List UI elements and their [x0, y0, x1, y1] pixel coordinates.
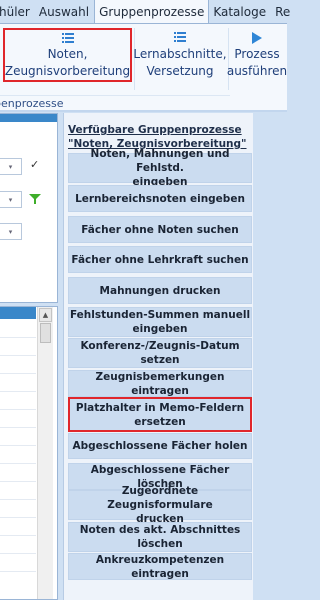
noten-zeugnisvorbereitung-button[interactable]: Noten, Zeugnisvorbereitung — [3, 28, 132, 82]
button-label: Zeugnisbemerkungen eintragen — [95, 370, 225, 397]
menu-bar: hüler Auswahl Gruppenprozesse Kataloge R… — [0, 0, 290, 23]
menu-tab-re[interactable]: Re — [271, 0, 295, 23]
faecher-ohne-lehrkraft-button[interactable]: Fächer ohne Lehrkraft suchen — [68, 246, 252, 273]
filter-combo-1[interactable]: ▾ — [0, 158, 22, 175]
table-row[interactable] — [0, 481, 36, 482]
table-row[interactable] — [0, 355, 36, 356]
ribbon-group-label-text: penprozesse — [0, 97, 64, 110]
noten-button-line1: Noten, — [47, 47, 88, 61]
table-row[interactable] — [0, 337, 36, 338]
menu-tab-schueler[interactable]: hüler — [0, 0, 35, 23]
student-list: ▲ — [0, 306, 58, 600]
button-label-line1: Noten, Mahnungen und Fehlstd. — [90, 148, 230, 174]
right-gutter — [253, 113, 287, 600]
noten-button-line2: Zeugnisvorbereitung — [4, 64, 131, 78]
table-row[interactable] — [0, 373, 36, 374]
noten-loeschen-button[interactable]: Noten des akt. Abschnittes löschen — [68, 522, 252, 552]
prozess-ausfuehren-button[interactable]: Prozess ausführen — [226, 28, 288, 82]
filter-icon[interactable] — [28, 193, 42, 205]
panel-title-line1: Verfügbare Gruppenprozesse — [68, 124, 242, 136]
button-label-line1: Noten des akt. Abschnittes — [79, 524, 241, 536]
table-row[interactable] — [0, 517, 36, 518]
vertical-scrollbar[interactable]: ▲ — [37, 307, 53, 599]
filter-panel-header — [0, 114, 57, 122]
ankreuzkompetenzen-button[interactable]: Ankreuzkompetenzen eintragen — [68, 553, 252, 580]
table-row[interactable] — [0, 571, 36, 572]
table-row[interactable] — [0, 445, 36, 446]
check-icon[interactable]: ✓ — [30, 158, 39, 171]
lernbereichsnoten-eingeben-button[interactable]: Lernbereichsnoten eingeben — [68, 185, 252, 212]
konferenz-datum-button[interactable]: Konferenz-/Zeugnis-Datum setzen — [68, 338, 252, 368]
table-row[interactable] — [0, 499, 36, 500]
menu-tab-auswahl[interactable]: Auswahl — [35, 0, 94, 23]
fehlstunden-summen-button[interactable]: Fehlstunden-Summen manuell eingeben — [68, 307, 252, 337]
filter-combo-3[interactable]: ▾ — [0, 223, 22, 240]
chevron-down-icon: ▾ — [8, 195, 13, 204]
button-label-line2: ersetzen — [134, 415, 186, 428]
list-icon — [61, 32, 75, 46]
list-icon — [173, 30, 187, 46]
play-icon — [251, 30, 263, 46]
button-label-line1: Platzhalter in Memo-Feldern — [75, 401, 245, 414]
table-row[interactable] — [0, 553, 36, 554]
prozess-button-line1: Prozess — [234, 47, 280, 61]
button-label-line2: setzen — [140, 354, 180, 366]
table-row[interactable] — [0, 427, 36, 428]
table-row[interactable] — [0, 391, 36, 392]
menu-tab-gruppenprozesse[interactable]: Gruppenprozesse — [94, 0, 210, 23]
button-label: Ankreuzkompetenzen eintragen — [95, 553, 225, 580]
table-row[interactable] — [0, 535, 36, 536]
button-label-line2: löschen — [137, 538, 183, 550]
mahnungen-drucken-button[interactable]: Mahnungen drucken — [68, 277, 252, 304]
abgeschlossene-faecher-holen-button[interactable]: Abgeschlossene Fächer holen — [68, 433, 252, 459]
button-label: Lernbereichsnoten eingeben — [75, 192, 245, 205]
ribbon-border — [0, 110, 287, 112]
faecher-ohne-noten-button[interactable]: Fächer ohne Noten suchen — [68, 216, 252, 243]
filter-combo-2[interactable]: ▾ — [0, 191, 22, 208]
button-label-line2: eingeben — [132, 323, 188, 335]
button-label: Fächer ohne Lehrkraft suchen — [71, 253, 249, 266]
zeugnisbemerkungen-button[interactable]: Zeugnisbemerkungen eintragen — [68, 370, 252, 397]
zeugnisformulare-drucken-button[interactable]: Zugeordnete Zeugnisformulare drucken — [68, 485, 252, 525]
table-row[interactable] — [0, 409, 36, 410]
button-label: Mahnungen drucken — [99, 284, 221, 297]
button-label-line1: Konferenz-/Zeugnis-Datum — [80, 340, 240, 352]
chevron-down-icon: ▾ — [8, 227, 13, 236]
table-row[interactable] — [0, 463, 36, 464]
prozess-button-line2: ausführen — [226, 64, 288, 78]
scroll-thumb[interactable] — [40, 323, 51, 343]
menu-tab-kataloge[interactable]: Kataloge — [209, 0, 271, 23]
gruppenprozesse-panel: Verfügbare Gruppenprozesse "Noten, Zeugn… — [63, 113, 253, 600]
scroll-up-icon[interactable]: ▲ — [39, 308, 52, 322]
button-label: Fächer ohne Noten suchen — [81, 223, 239, 236]
lernabschnitte-button-line1: Lernabschnitte, — [133, 47, 227, 61]
lernabschnitte-button-line2: Versetzung — [146, 64, 214, 78]
button-label: Abgeschlossene Fächer holen — [72, 440, 248, 452]
lernabschnitte-versetzung-button[interactable]: Lernabschnitte, Versetzung — [133, 28, 227, 82]
chevron-down-icon: ▾ — [8, 162, 13, 171]
ribbon: Noten, Zeugnisvorbereitung Lernabschnitt… — [0, 23, 287, 111]
button-label-line1: Zugeordnete Zeugnisformulare — [107, 485, 213, 511]
noten-mahnungen-eingeben-button[interactable]: Noten, Mahnungen und Fehlstd. eingeben — [68, 148, 252, 188]
platzhalter-ersetzen-button[interactable]: Platzhalter in Memo-Feldern ersetzen — [68, 397, 252, 432]
student-list-header — [0, 307, 36, 319]
filter-panel: ▾ ✓ ▾ ▾ — [0, 113, 58, 303]
button-label-line1: Fehlstunden-Summen manuell — [69, 309, 251, 321]
